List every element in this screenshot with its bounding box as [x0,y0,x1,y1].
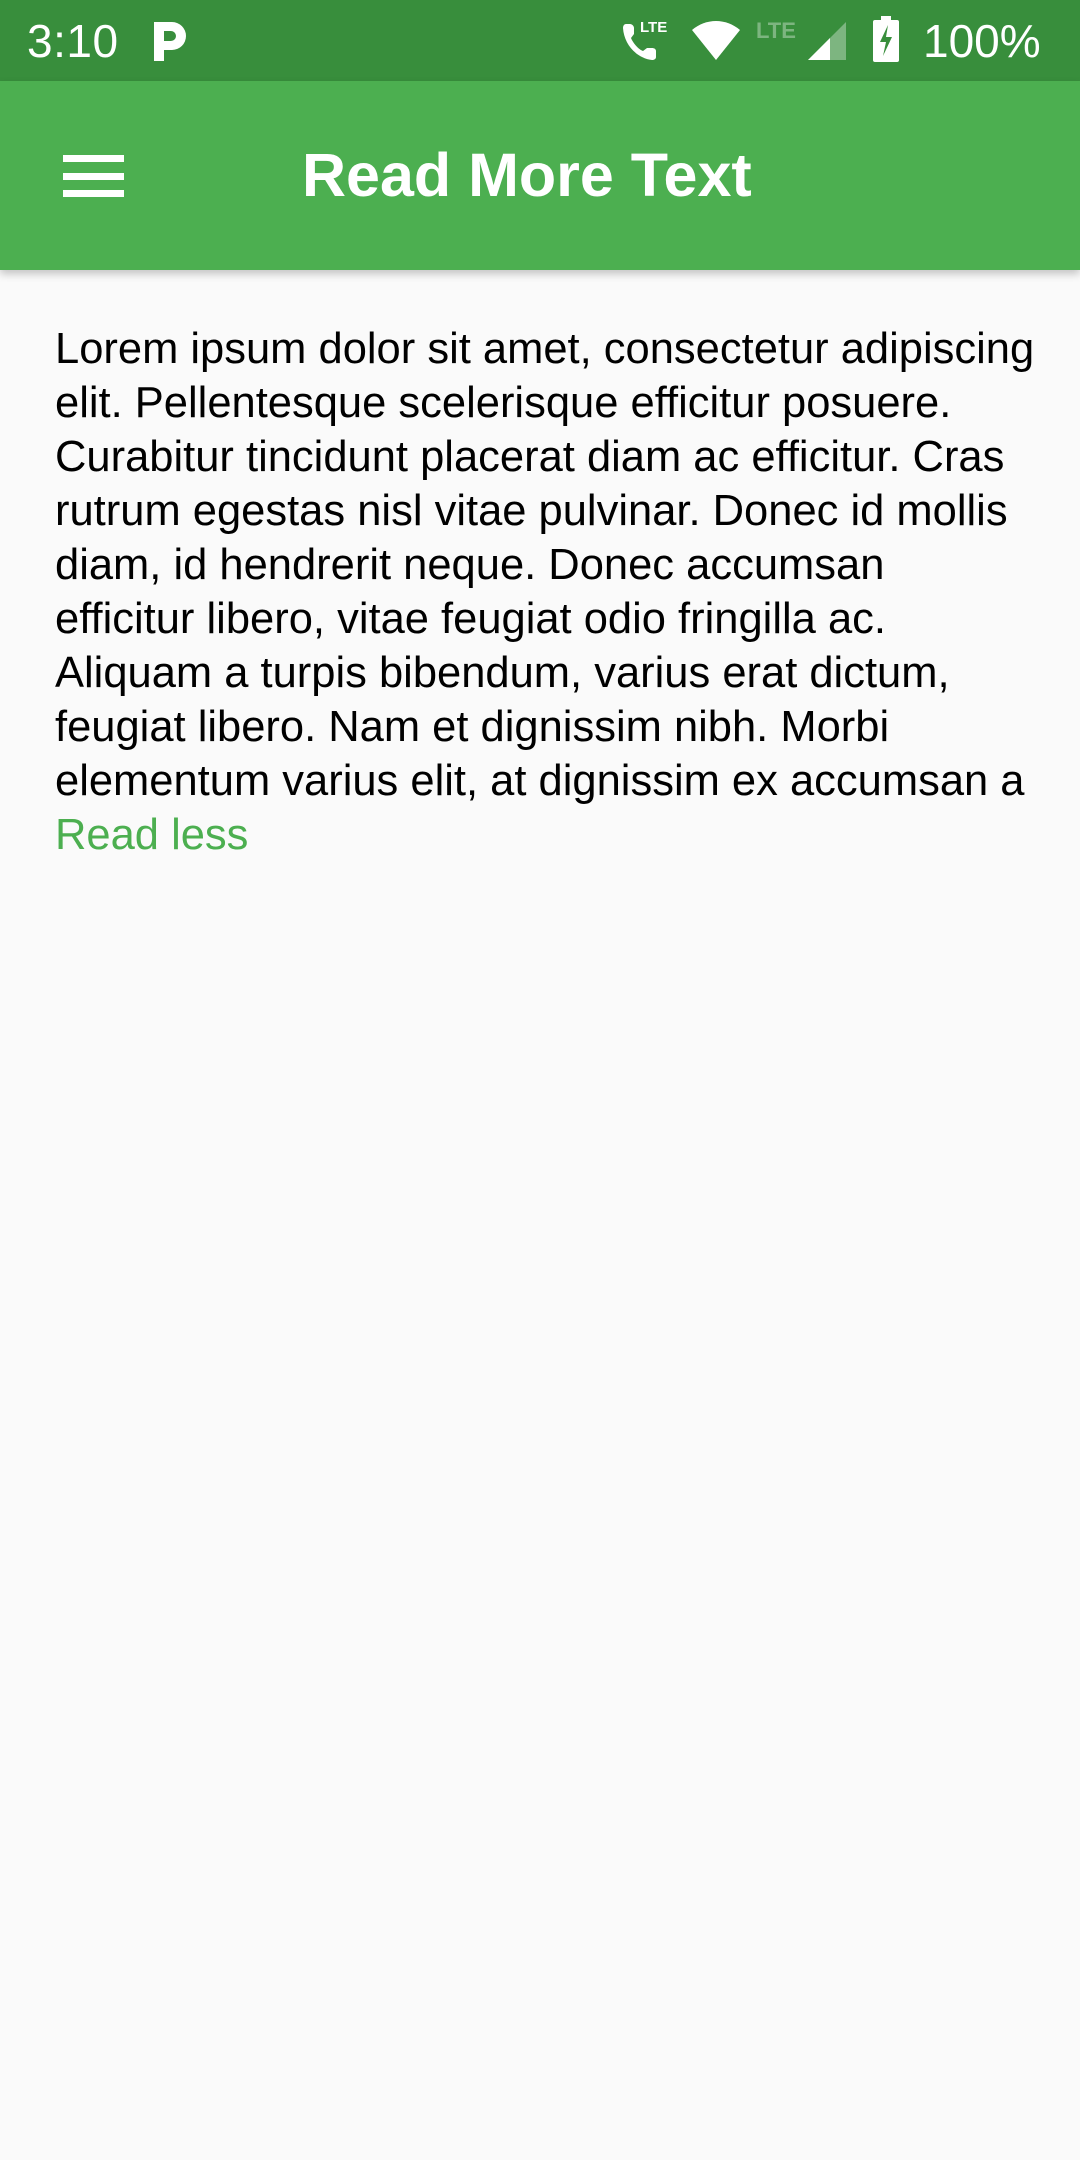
menu-button[interactable] [42,131,148,221]
lte-icon: LTE [756,18,796,43]
battery-charging-icon [873,16,899,62]
body-text: Lorem ipsum dolor sit amet, consectetur … [55,325,1035,805]
svg-text:LTE: LTE [756,18,796,43]
status-bar: 3:10 LTE LTE 100% [0,0,1080,81]
signal-icon [808,22,846,60]
hamburger-menu-icon [63,155,124,197]
read-less-link[interactable]: Read less [55,811,248,859]
battery-percent: 100% [923,15,1041,67]
p-app-icon [154,22,186,61]
call-lte-label: LTE [640,19,667,36]
status-time: 3:10 [27,15,119,67]
call-lte-icon: LTE [623,19,667,60]
read-more-text: Lorem ipsum dolor sit amet, consectetur … [55,322,1035,862]
status-icons: LTE LTE 100% [540,0,1080,81]
wifi-icon [692,21,740,60]
app-bar: Read More Text [0,81,1080,270]
page-title: Read More Text [302,141,752,209]
